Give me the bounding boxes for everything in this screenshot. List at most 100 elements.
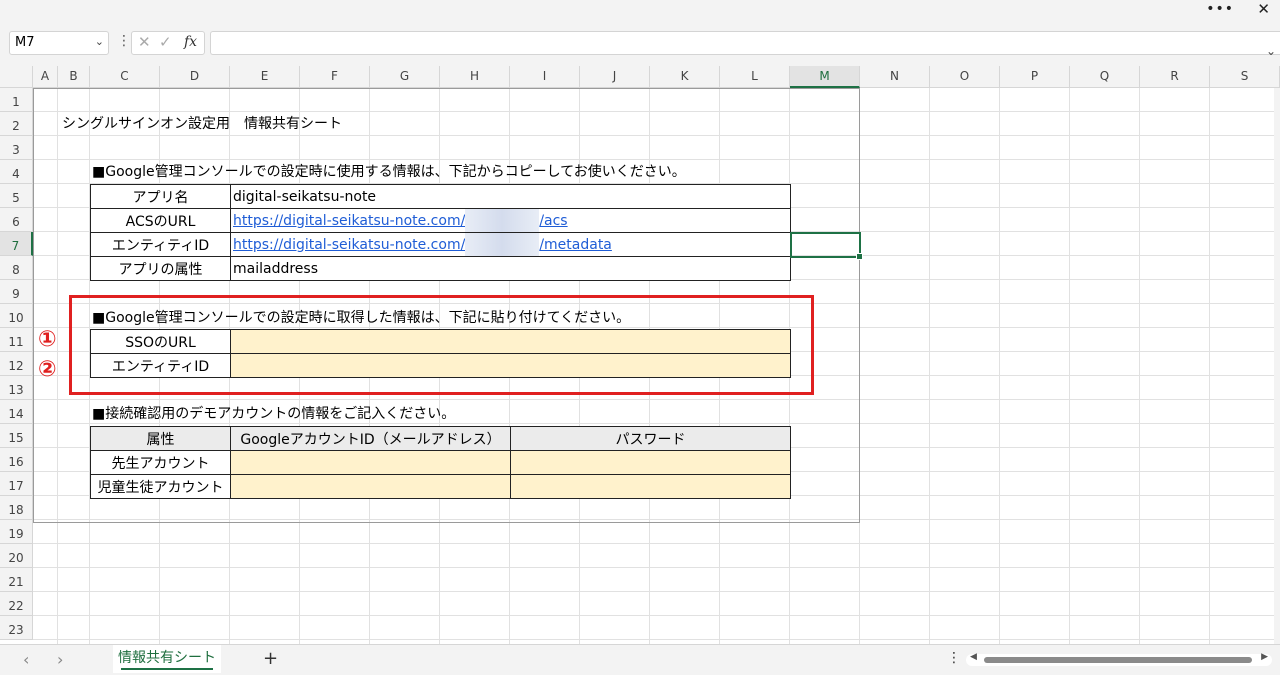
gridline-vertical (999, 88, 1000, 644)
row-header-23[interactable]: 23 (0, 616, 33, 640)
row-header-12[interactable]: 12 (0, 352, 33, 376)
row-header-4[interactable]: 4 (0, 160, 33, 184)
student-password-input[interactable] (510, 474, 791, 499)
row-header-8[interactable]: 8 (0, 256, 33, 280)
column-header-m[interactable]: M (790, 66, 860, 88)
redacted-segment (465, 209, 540, 232)
name-box[interactable]: M7 ⌄ (9, 31, 109, 55)
cancel-icon[interactable]: ✕ (138, 33, 151, 51)
row-header-9[interactable]: 9 (0, 280, 33, 304)
gridline-vertical (859, 88, 860, 644)
column-header-l[interactable]: L (720, 66, 790, 88)
add-sheet-button[interactable]: + (263, 648, 278, 669)
account-id-header: GoogleアカウントID（メールアドレス） (230, 426, 511, 451)
sso-url-input[interactable] (230, 329, 791, 354)
column-header-p[interactable]: P (1000, 66, 1070, 88)
scroll-thumb[interactable] (984, 657, 1252, 663)
expand-chevron-icon[interactable]: ⌄ (1266, 44, 1276, 58)
row-header-5[interactable]: 5 (0, 184, 33, 208)
row-header-2[interactable]: 2 (0, 112, 33, 136)
teacher-password-input[interactable] (510, 450, 791, 475)
column-header-d[interactable]: D (160, 66, 230, 88)
function-icon[interactable]: fx (184, 34, 197, 50)
row-header-19[interactable]: 19 (0, 520, 33, 544)
row-header-16[interactable]: 16 (0, 448, 33, 472)
horizontal-scrollbar[interactable]: ◀ ▶ (966, 652, 1272, 666)
column-header-a[interactable]: A (33, 66, 58, 88)
vertical-dots-icon[interactable]: ⋮ (117, 33, 131, 49)
column-header-k[interactable]: K (650, 66, 720, 88)
column-header-b[interactable]: B (58, 66, 90, 88)
gridline-horizontal (33, 399, 1280, 400)
gridline-horizontal (33, 519, 1280, 520)
column-header-c[interactable]: C (90, 66, 160, 88)
teacher-account-id-input[interactable] (230, 450, 511, 475)
acs-url-link-suffix[interactable]: /acs (539, 213, 567, 229)
column-header-h[interactable]: H (440, 66, 510, 88)
sso-url-label: SSOのURL (90, 329, 231, 354)
column-header-g[interactable]: G (370, 66, 440, 88)
row-header-14[interactable]: 14 (0, 400, 33, 424)
entity-id-link-suffix[interactable]: /metadata (539, 237, 612, 253)
next-sheet-icon[interactable]: › (57, 650, 63, 669)
row-header-22[interactable]: 22 (0, 592, 33, 616)
attribute-header: 属性 (90, 426, 231, 451)
more-options-icon[interactable]: ••• (1206, 1, 1234, 17)
entity-id-link-prefix[interactable]: https://digital-seikatsu-note.com/ (233, 237, 465, 253)
entity-id2-label: エンティティID (90, 353, 231, 378)
row-header-13[interactable]: 13 (0, 376, 33, 400)
app-attribute-value[interactable]: mailaddress (230, 256, 791, 281)
column-header-q[interactable]: Q (1070, 66, 1140, 88)
scroll-right-icon[interactable]: ▶ (1261, 652, 1268, 662)
row-header-18[interactable]: 18 (0, 496, 33, 520)
formula-input[interactable]: ⌄ (210, 31, 1280, 58)
formula-buttons: ✕ ✓ fx (131, 31, 205, 55)
gridline-horizontal (33, 303, 1280, 304)
column-header-r[interactable]: R (1140, 66, 1210, 88)
row-header-11[interactable]: 11 (0, 328, 33, 352)
password-header: パスワード (510, 426, 791, 451)
gridline-vertical (1209, 88, 1210, 644)
marker-1: ① (38, 327, 57, 352)
vertical-dots-icon[interactable]: ⋮ (947, 650, 961, 666)
column-header-s[interactable]: S (1210, 66, 1280, 88)
acs-url-value[interactable]: https://digital-seikatsu-note.com/ /acs (230, 208, 791, 233)
vertical-scrollbar[interactable] (1274, 88, 1280, 644)
column-header-f[interactable]: F (300, 66, 370, 88)
column-header-n[interactable]: N (860, 66, 930, 88)
prev-sheet-icon[interactable]: ‹ (23, 650, 29, 669)
active-tab-underline (121, 668, 213, 670)
row-header-15[interactable]: 15 (0, 424, 33, 448)
gridline-horizontal (33, 591, 1280, 592)
chevron-down-icon[interactable]: ⌄ (95, 35, 104, 48)
gridline-vertical (1139, 88, 1140, 644)
app-name-value[interactable]: digital-seikatsu-note (230, 184, 791, 209)
student-account-id-input[interactable] (230, 474, 511, 499)
column-header-e[interactable]: E (230, 66, 300, 88)
app-attribute-label: アプリの属性 (90, 256, 231, 281)
scroll-left-icon[interactable]: ◀ (970, 652, 977, 662)
row-header-6[interactable]: 6 (0, 208, 33, 232)
row-header-3[interactable]: 3 (0, 136, 33, 160)
acs-url-link-prefix[interactable]: https://digital-seikatsu-note.com/ (233, 213, 465, 229)
select-all-corner[interactable] (0, 66, 33, 88)
gridline-vertical (57, 88, 58, 644)
column-header-i[interactable]: I (510, 66, 580, 88)
active-cell-m7[interactable] (790, 232, 863, 260)
row-header-7[interactable]: 7 (0, 232, 33, 256)
column-header-j[interactable]: J (580, 66, 650, 88)
row-header-10[interactable]: 10 (0, 304, 33, 328)
sheet-tab-info[interactable]: 情報共有シート (113, 645, 221, 673)
column-header-o[interactable]: O (930, 66, 1000, 88)
row-header-21[interactable]: 21 (0, 568, 33, 592)
entity-id-value[interactable]: https://digital-seikatsu-note.com/ /metad… (230, 232, 791, 257)
check-icon[interactable]: ✓ (159, 33, 172, 51)
section1-heading: ■Google管理コンソールでの設定時に使用する情報は、下記からコピーしてお使い… (92, 164, 686, 180)
row-header-1[interactable]: 1 (0, 88, 33, 112)
row-header-20[interactable]: 20 (0, 544, 33, 568)
row-header-17[interactable]: 17 (0, 472, 33, 496)
close-icon[interactable]: ✕ (1257, 0, 1270, 18)
sheet-tab-bar: ‹ › 情報共有シート + ⋮ ◀ ▶ (0, 644, 1280, 675)
gridline-vertical (929, 88, 930, 644)
entity-id2-input[interactable] (230, 353, 791, 378)
